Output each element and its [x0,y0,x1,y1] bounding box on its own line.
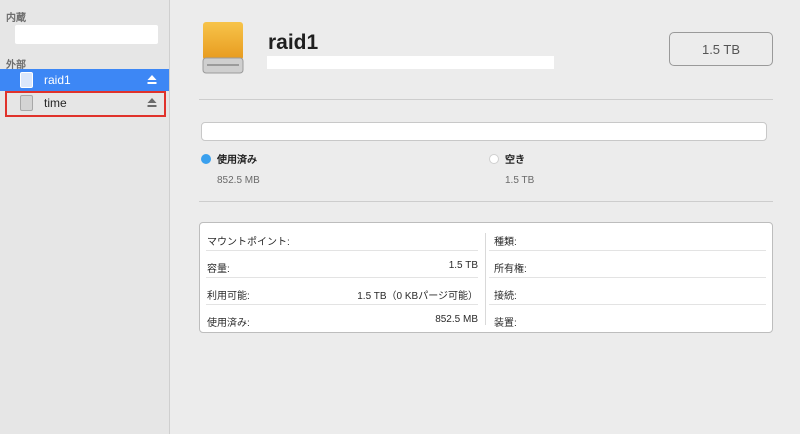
external-drive-icon [202,22,244,74]
divider [199,201,773,202]
sidebar: 内蔵 外部 raid1 time [0,0,170,434]
info-key: マウントポイント: [207,237,290,248]
info-right-column: 種類: 所有権: 接続: 装置: [485,223,772,331]
divider [199,99,773,100]
used-label: 使用済み [217,155,257,166]
info-row: 利用可能: 1.5 TB（0 KBパージ可能） [200,277,484,304]
info-row: 種類: [485,223,772,250]
sidebar-item-label: raid1 [44,73,71,87]
volume-title: raid1 [268,31,319,54]
info-key: 接続: [494,291,517,302]
section-internal-label: 内蔵 [6,13,26,24]
info-value: 1.5 TB（0 KBパージ可能） [357,291,478,302]
info-left-column: マウントポイント: 容量: 1.5 TB 利用可能: 1.5 TB（0 KBパー… [200,223,484,331]
info-key: 所有権: [494,264,527,275]
sidebar-item-raid1[interactable]: raid1 [0,69,169,91]
info-row: 使用済み: 852.5 MB [200,304,484,331]
selection-highlight-box [5,91,166,117]
used-color-dot [201,153,211,164]
free-value: 1.5 TB [505,175,535,186]
main-panel: raid1 1.5 TB 使用済み 852.5 MB 空き 1.5 TB マウン… [171,0,800,434]
external-disk-icon [20,72,33,88]
info-row: 接続: [485,277,772,304]
info-key: 装置: [494,318,517,329]
used-value: 852.5 MB [217,175,260,186]
eject-icon[interactable] [147,74,157,85]
info-row: 容量: 1.5 TB [200,250,484,277]
info-value: 852.5 MB [435,314,478,325]
legend-free: 空き 1.5 TB [489,151,534,186]
volume-subtitle [267,56,554,69]
info-key: 使用済み: [207,318,250,329]
info-key: 種類: [494,237,517,248]
capacity-badge: 1.5 TB [669,32,773,66]
info-table: マウントポイント: 容量: 1.5 TB 利用可能: 1.5 TB（0 KBパー… [199,222,773,333]
legend-used: 使用済み 852.5 MB [201,151,260,186]
info-key: 利用可能: [207,291,250,302]
info-value: 1.5 TB [448,260,478,271]
info-key: 容量: [207,264,230,275]
free-color-dot [489,153,499,164]
info-row: マウントポイント: [200,223,484,250]
info-row: 装置: [485,304,772,331]
info-row: 所有権: [485,250,772,277]
usage-bar [201,122,767,141]
free-label: 空き [505,155,525,166]
internal-item-placeholder[interactable] [15,25,158,44]
